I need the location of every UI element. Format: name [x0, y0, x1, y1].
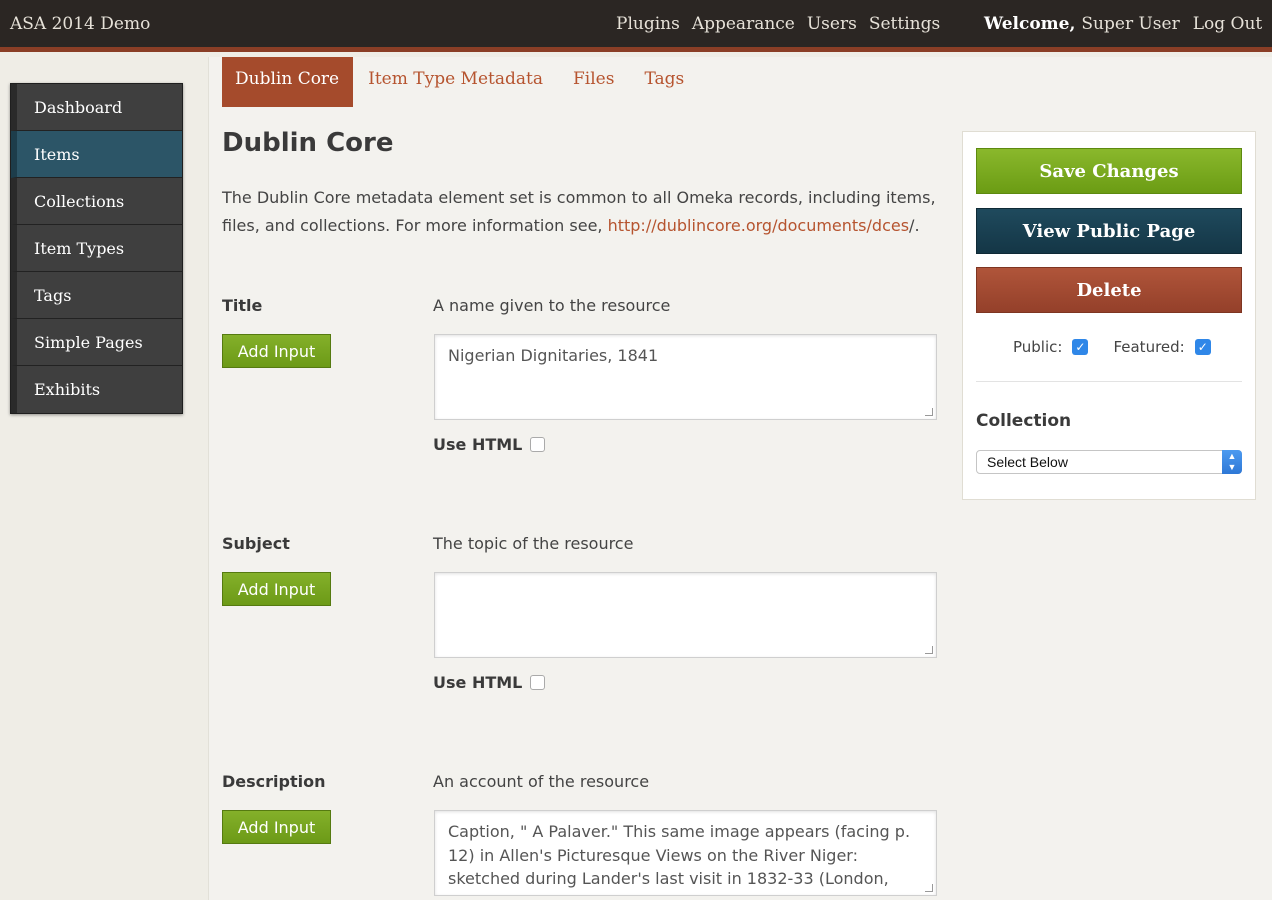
field-label-title: Title	[222, 296, 263, 315]
tab-item-type-metadata[interactable]: Item Type Metadata	[353, 57, 558, 107]
sidebar-item-dashboard[interactable]: Dashboard	[11, 84, 182, 131]
description-value: Caption, " A Palaver." This same image a…	[448, 822, 911, 895]
user-link[interactable]: Super User	[1081, 14, 1179, 34]
nav-plugins[interactable]: Plugins	[616, 14, 680, 34]
sidebar-item-item-types[interactable]: Item Types	[11, 225, 182, 272]
visibility-flags: Public: ✓ Featured: ✓	[1013, 338, 1211, 356]
add-input-button-subject[interactable]: Add Input	[222, 572, 331, 606]
use-html-checkbox-subject[interactable]	[530, 675, 546, 690]
collection-label: Collection	[976, 411, 1072, 431]
public-label: Public:	[1013, 338, 1063, 356]
nav-appearance[interactable]: Appearance	[692, 14, 795, 34]
field-label-subject: Subject	[222, 534, 290, 553]
use-html-subject: Use HTML	[433, 673, 546, 692]
select-arrows-icon: ▲ ▼	[1222, 450, 1242, 474]
subject-textarea[interactable]	[434, 572, 937, 658]
add-input-button-description[interactable]: Add Input	[222, 810, 331, 844]
tab-files[interactable]: Files	[558, 57, 629, 107]
save-changes-button[interactable]: Save Changes	[976, 148, 1242, 194]
title-value: Nigerian Dignitaries, 1841	[448, 346, 659, 365]
field-desc-subject: The topic of the resource	[433, 534, 634, 553]
welcome-text: Welcome,	[984, 14, 1076, 34]
section-tabs: Dublin Core Item Type Metadata Files Tag…	[222, 57, 699, 107]
resize-grip-icon[interactable]	[925, 884, 933, 892]
global-nav: Plugins Appearance Users Settings	[616, 14, 952, 34]
sidebar-item-simple-pages[interactable]: Simple Pages	[11, 319, 182, 366]
featured-label: Featured:	[1113, 338, 1185, 356]
nav-users[interactable]: Users	[807, 14, 857, 34]
view-public-page-button[interactable]: View Public Page	[976, 208, 1242, 254]
field-desc-title: A name given to the resource	[433, 296, 671, 315]
sidebar-item-tags[interactable]: Tags	[11, 272, 182, 319]
sidebar-item-exhibits[interactable]: Exhibits	[11, 366, 182, 413]
field-desc-description: An account of the resource	[433, 772, 650, 791]
section-intro: The Dublin Core metadata element set is …	[222, 184, 942, 240]
sidebar: Dashboard Items Collections Item Types T…	[10, 83, 183, 414]
use-html-checkbox-title[interactable]	[530, 437, 546, 452]
field-label-description: Description	[222, 772, 326, 791]
use-html-label: Use HTML	[433, 673, 523, 692]
collection-selected-value: Select Below	[987, 454, 1068, 470]
sidebar-item-collections[interactable]: Collections	[11, 178, 182, 225]
featured-checkbox[interactable]: ✓	[1194, 339, 1211, 355]
sidebar-item-items[interactable]: Items	[11, 131, 182, 178]
resize-grip-icon[interactable]	[925, 408, 933, 416]
tab-tags[interactable]: Tags	[629, 57, 699, 107]
logout-link[interactable]: Log Out	[1193, 14, 1263, 34]
site-title[interactable]: ASA 2014 Demo	[10, 14, 150, 34]
public-checkbox[interactable]: ✓	[1072, 339, 1089, 355]
delete-button[interactable]: Delete	[976, 267, 1242, 313]
title-textarea[interactable]: Nigerian Dignitaries, 1841	[434, 334, 937, 420]
user-nav: Welcome, Super User Log Out	[984, 14, 1262, 34]
top-bar: ASA 2014 Demo Plugins Appearance Users S…	[0, 0, 1272, 52]
description-textarea[interactable]: Caption, " A Palaver." This same image a…	[434, 810, 937, 896]
section-title: Dublin Core	[222, 128, 394, 158]
tab-dublin-core[interactable]: Dublin Core	[222, 57, 354, 107]
collection-select[interactable]: Select Below ▲ ▼	[976, 450, 1242, 474]
intro-tail: /.	[909, 216, 920, 235]
add-input-button-title[interactable]: Add Input	[222, 334, 331, 368]
resize-grip-icon[interactable]	[925, 646, 933, 654]
use-html-label: Use HTML	[433, 435, 523, 454]
use-html-title: Use HTML	[433, 435, 546, 454]
panel-divider	[976, 381, 1242, 382]
nav-settings[interactable]: Settings	[869, 14, 940, 34]
dces-link[interactable]: http://dublincore.org/documents/dces	[608, 216, 909, 235]
